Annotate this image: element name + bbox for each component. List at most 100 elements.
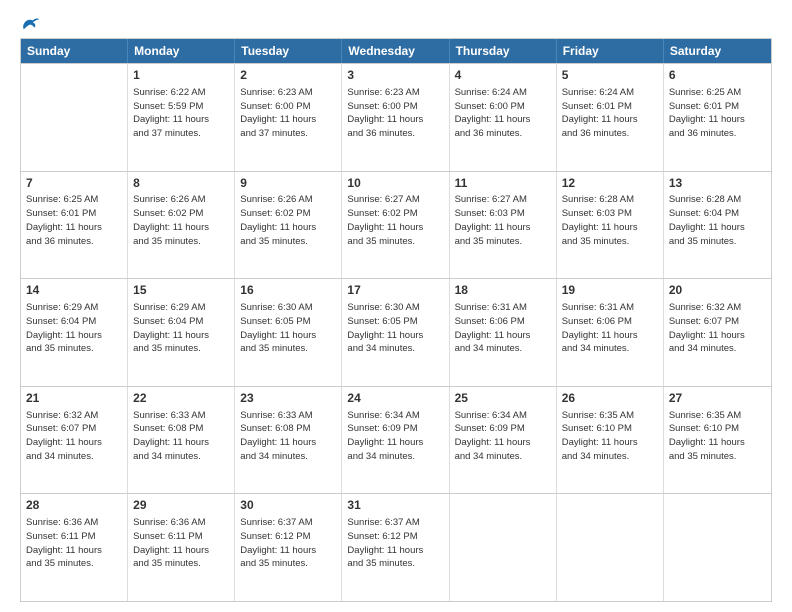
day-number: 15 xyxy=(133,282,229,299)
calendar-cell: 21 Sunrise: 6:32 AMSunset: 6:07 PMDayligh… xyxy=(21,387,128,494)
day-number: 19 xyxy=(562,282,658,299)
day-number: 16 xyxy=(240,282,336,299)
cell-info: Sunrise: 6:28 AMSunset: 6:03 PMDaylight:… xyxy=(562,193,658,248)
cell-info: Sunrise: 6:27 AMSunset: 6:02 PMDaylight:… xyxy=(347,193,443,248)
cell-info: Sunrise: 6:29 AMSunset: 6:04 PMDaylight:… xyxy=(26,301,122,356)
calendar-cell: 11Sunrise: 6:27 AMSunset: 6:03 PMDayligh… xyxy=(450,172,557,279)
weekday-header-friday: Friday xyxy=(557,39,664,63)
day-number: 12 xyxy=(562,175,658,192)
cell-info: Sunrise: 6:31 AMSunset: 6:06 PMDaylight:… xyxy=(455,301,551,356)
day-number: 7 xyxy=(26,175,122,192)
calendar-cell: 20 Sunrise: 6:32 AMSunset: 6:07 PMDayligh… xyxy=(664,279,771,386)
calendar-cell: 23 Sunrise: 6:33 AMSunset: 6:08 PMDayligh… xyxy=(235,387,342,494)
cell-info: Sunrise: 6:30 AMSunset: 6:05 PMDaylight:… xyxy=(240,301,336,356)
logo-bird-icon xyxy=(22,16,40,32)
calendar-cell: 30Sunrise: 6:37 AMSunset: 6:12 PMDayligh… xyxy=(235,494,342,601)
day-number: 13 xyxy=(669,175,766,192)
day-number: 11 xyxy=(455,175,551,192)
weekday-header-sunday: Sunday xyxy=(21,39,128,63)
calendar-row-3: 21 Sunrise: 6:32 AMSunset: 6:07 PMDayligh… xyxy=(21,386,771,494)
cell-info: Sunrise: 6:37 AMSunset: 6:12 PMDaylight:… xyxy=(347,516,443,571)
day-number: 18 xyxy=(455,282,551,299)
calendar: SundayMondayTuesdayWednesdayThursdayFrid… xyxy=(20,38,772,602)
day-number: 2 xyxy=(240,67,336,84)
cell-info: Sunrise: 6:25 AMSunset: 6:01 PMDaylight:… xyxy=(669,86,766,141)
calendar-body: 1 Sunrise: 6:22 AMSunset: 5:59 PMDaylight… xyxy=(21,63,771,601)
calendar-cell xyxy=(664,494,771,601)
calendar-cell: 7Sunrise: 6:25 AMSunset: 6:01 PMDaylight… xyxy=(21,172,128,279)
day-number: 27 xyxy=(669,390,766,407)
cell-info: Sunrise: 6:27 AMSunset: 6:03 PMDaylight:… xyxy=(455,193,551,248)
cell-info: Sunrise: 6:28 AMSunset: 6:04 PMDaylight:… xyxy=(669,193,766,248)
cell-info: Sunrise: 6:35 AMSunset: 6:10 PMDaylight:… xyxy=(669,409,766,464)
day-number: 20 xyxy=(669,282,766,299)
calendar-cell: 1 Sunrise: 6:22 AMSunset: 5:59 PMDaylight… xyxy=(128,64,235,171)
day-number: 9 xyxy=(240,175,336,192)
weekday-header-tuesday: Tuesday xyxy=(235,39,342,63)
calendar-cell: 29Sunrise: 6:36 AMSunset: 6:11 PMDayligh… xyxy=(128,494,235,601)
calendar-cell: 13Sunrise: 6:28 AMSunset: 6:04 PMDayligh… xyxy=(664,172,771,279)
calendar-row-1: 7Sunrise: 6:25 AMSunset: 6:01 PMDaylight… xyxy=(21,171,771,279)
calendar-cell: 28Sunrise: 6:36 AMSunset: 6:11 PMDayligh… xyxy=(21,494,128,601)
calendar-row-4: 28Sunrise: 6:36 AMSunset: 6:11 PMDayligh… xyxy=(21,493,771,601)
day-number: 3 xyxy=(347,67,443,84)
day-number: 14 xyxy=(26,282,122,299)
cell-info: Sunrise: 6:34 AMSunset: 6:09 PMDaylight:… xyxy=(347,409,443,464)
day-number: 30 xyxy=(240,497,336,514)
day-number: 4 xyxy=(455,67,551,84)
cell-info: Sunrise: 6:32 AMSunset: 6:07 PMDaylight:… xyxy=(26,409,122,464)
cell-info: Sunrise: 6:35 AMSunset: 6:10 PMDaylight:… xyxy=(562,409,658,464)
calendar-cell xyxy=(450,494,557,601)
day-number: 26 xyxy=(562,390,658,407)
calendar-header: SundayMondayTuesdayWednesdayThursdayFrid… xyxy=(21,39,771,63)
logo xyxy=(20,16,40,32)
cell-info: Sunrise: 6:26 AMSunset: 6:02 PMDaylight:… xyxy=(133,193,229,248)
calendar-cell: 26 Sunrise: 6:35 AMSunset: 6:10 PMDayligh… xyxy=(557,387,664,494)
cell-info: Sunrise: 6:33 AMSunset: 6:08 PMDaylight:… xyxy=(133,409,229,464)
calendar-cell: 8Sunrise: 6:26 AMSunset: 6:02 PMDaylight… xyxy=(128,172,235,279)
cell-info: Sunrise: 6:23 AMSunset: 6:00 PMDaylight:… xyxy=(240,86,336,141)
cell-info: Sunrise: 6:36 AMSunset: 6:11 PMDaylight:… xyxy=(26,516,122,571)
day-number: 6 xyxy=(669,67,766,84)
day-number: 22 xyxy=(133,390,229,407)
calendar-cell xyxy=(21,64,128,171)
day-number: 25 xyxy=(455,390,551,407)
calendar-cell xyxy=(557,494,664,601)
calendar-cell: 24Sunrise: 6:34 AMSunset: 6:09 PMDayligh… xyxy=(342,387,449,494)
calendar-cell: 6 Sunrise: 6:25 AMSunset: 6:01 PMDaylight… xyxy=(664,64,771,171)
cell-info: Sunrise: 6:33 AMSunset: 6:08 PMDaylight:… xyxy=(240,409,336,464)
calendar-row-2: 14 Sunrise: 6:29 AMSunset: 6:04 PMDayligh… xyxy=(21,278,771,386)
cell-info: Sunrise: 6:29 AMSunset: 6:04 PMDaylight:… xyxy=(133,301,229,356)
calendar-cell: 19 Sunrise: 6:31 AMSunset: 6:06 PMDayligh… xyxy=(557,279,664,386)
cell-info: Sunrise: 6:34 AMSunset: 6:09 PMDaylight:… xyxy=(455,409,551,464)
day-number: 1 xyxy=(133,67,229,84)
calendar-cell: 9Sunrise: 6:26 AMSunset: 6:02 PMDaylight… xyxy=(235,172,342,279)
day-number: 5 xyxy=(562,67,658,84)
day-number: 21 xyxy=(26,390,122,407)
day-number: 29 xyxy=(133,497,229,514)
calendar-cell: 27 Sunrise: 6:35 AMSunset: 6:10 PMDayligh… xyxy=(664,387,771,494)
calendar-cell: 25 Sunrise: 6:34 AMSunset: 6:09 PMDayligh… xyxy=(450,387,557,494)
calendar-cell: 5 Sunrise: 6:24 AMSunset: 6:01 PMDaylight… xyxy=(557,64,664,171)
weekday-header-saturday: Saturday xyxy=(664,39,771,63)
calendar-cell: 22 Sunrise: 6:33 AMSunset: 6:08 PMDayligh… xyxy=(128,387,235,494)
calendar-cell: 10Sunrise: 6:27 AMSunset: 6:02 PMDayligh… xyxy=(342,172,449,279)
calendar-cell: 4 Sunrise: 6:24 AMSunset: 6:00 PMDaylight… xyxy=(450,64,557,171)
cell-info: Sunrise: 6:25 AMSunset: 6:01 PMDaylight:… xyxy=(26,193,122,248)
cell-info: Sunrise: 6:32 AMSunset: 6:07 PMDaylight:… xyxy=(669,301,766,356)
cell-info: Sunrise: 6:31 AMSunset: 6:06 PMDaylight:… xyxy=(562,301,658,356)
calendar-cell: 16 Sunrise: 6:30 AMSunset: 6:05 PMDayligh… xyxy=(235,279,342,386)
calendar-cell: 2 Sunrise: 6:23 AMSunset: 6:00 PMDaylight… xyxy=(235,64,342,171)
page-header xyxy=(20,16,772,32)
day-number: 23 xyxy=(240,390,336,407)
cell-info: Sunrise: 6:24 AMSunset: 6:01 PMDaylight:… xyxy=(562,86,658,141)
cell-info: Sunrise: 6:24 AMSunset: 6:00 PMDaylight:… xyxy=(455,86,551,141)
calendar-cell: 12Sunrise: 6:28 AMSunset: 6:03 PMDayligh… xyxy=(557,172,664,279)
cell-info: Sunrise: 6:22 AMSunset: 5:59 PMDaylight:… xyxy=(133,86,229,141)
day-number: 17 xyxy=(347,282,443,299)
calendar-cell: 17Sunrise: 6:30 AMSunset: 6:05 PMDayligh… xyxy=(342,279,449,386)
day-number: 31 xyxy=(347,497,443,514)
calendar-cell: 31 Sunrise: 6:37 AMSunset: 6:12 PMDayligh… xyxy=(342,494,449,601)
weekday-header-monday: Monday xyxy=(128,39,235,63)
day-number: 8 xyxy=(133,175,229,192)
